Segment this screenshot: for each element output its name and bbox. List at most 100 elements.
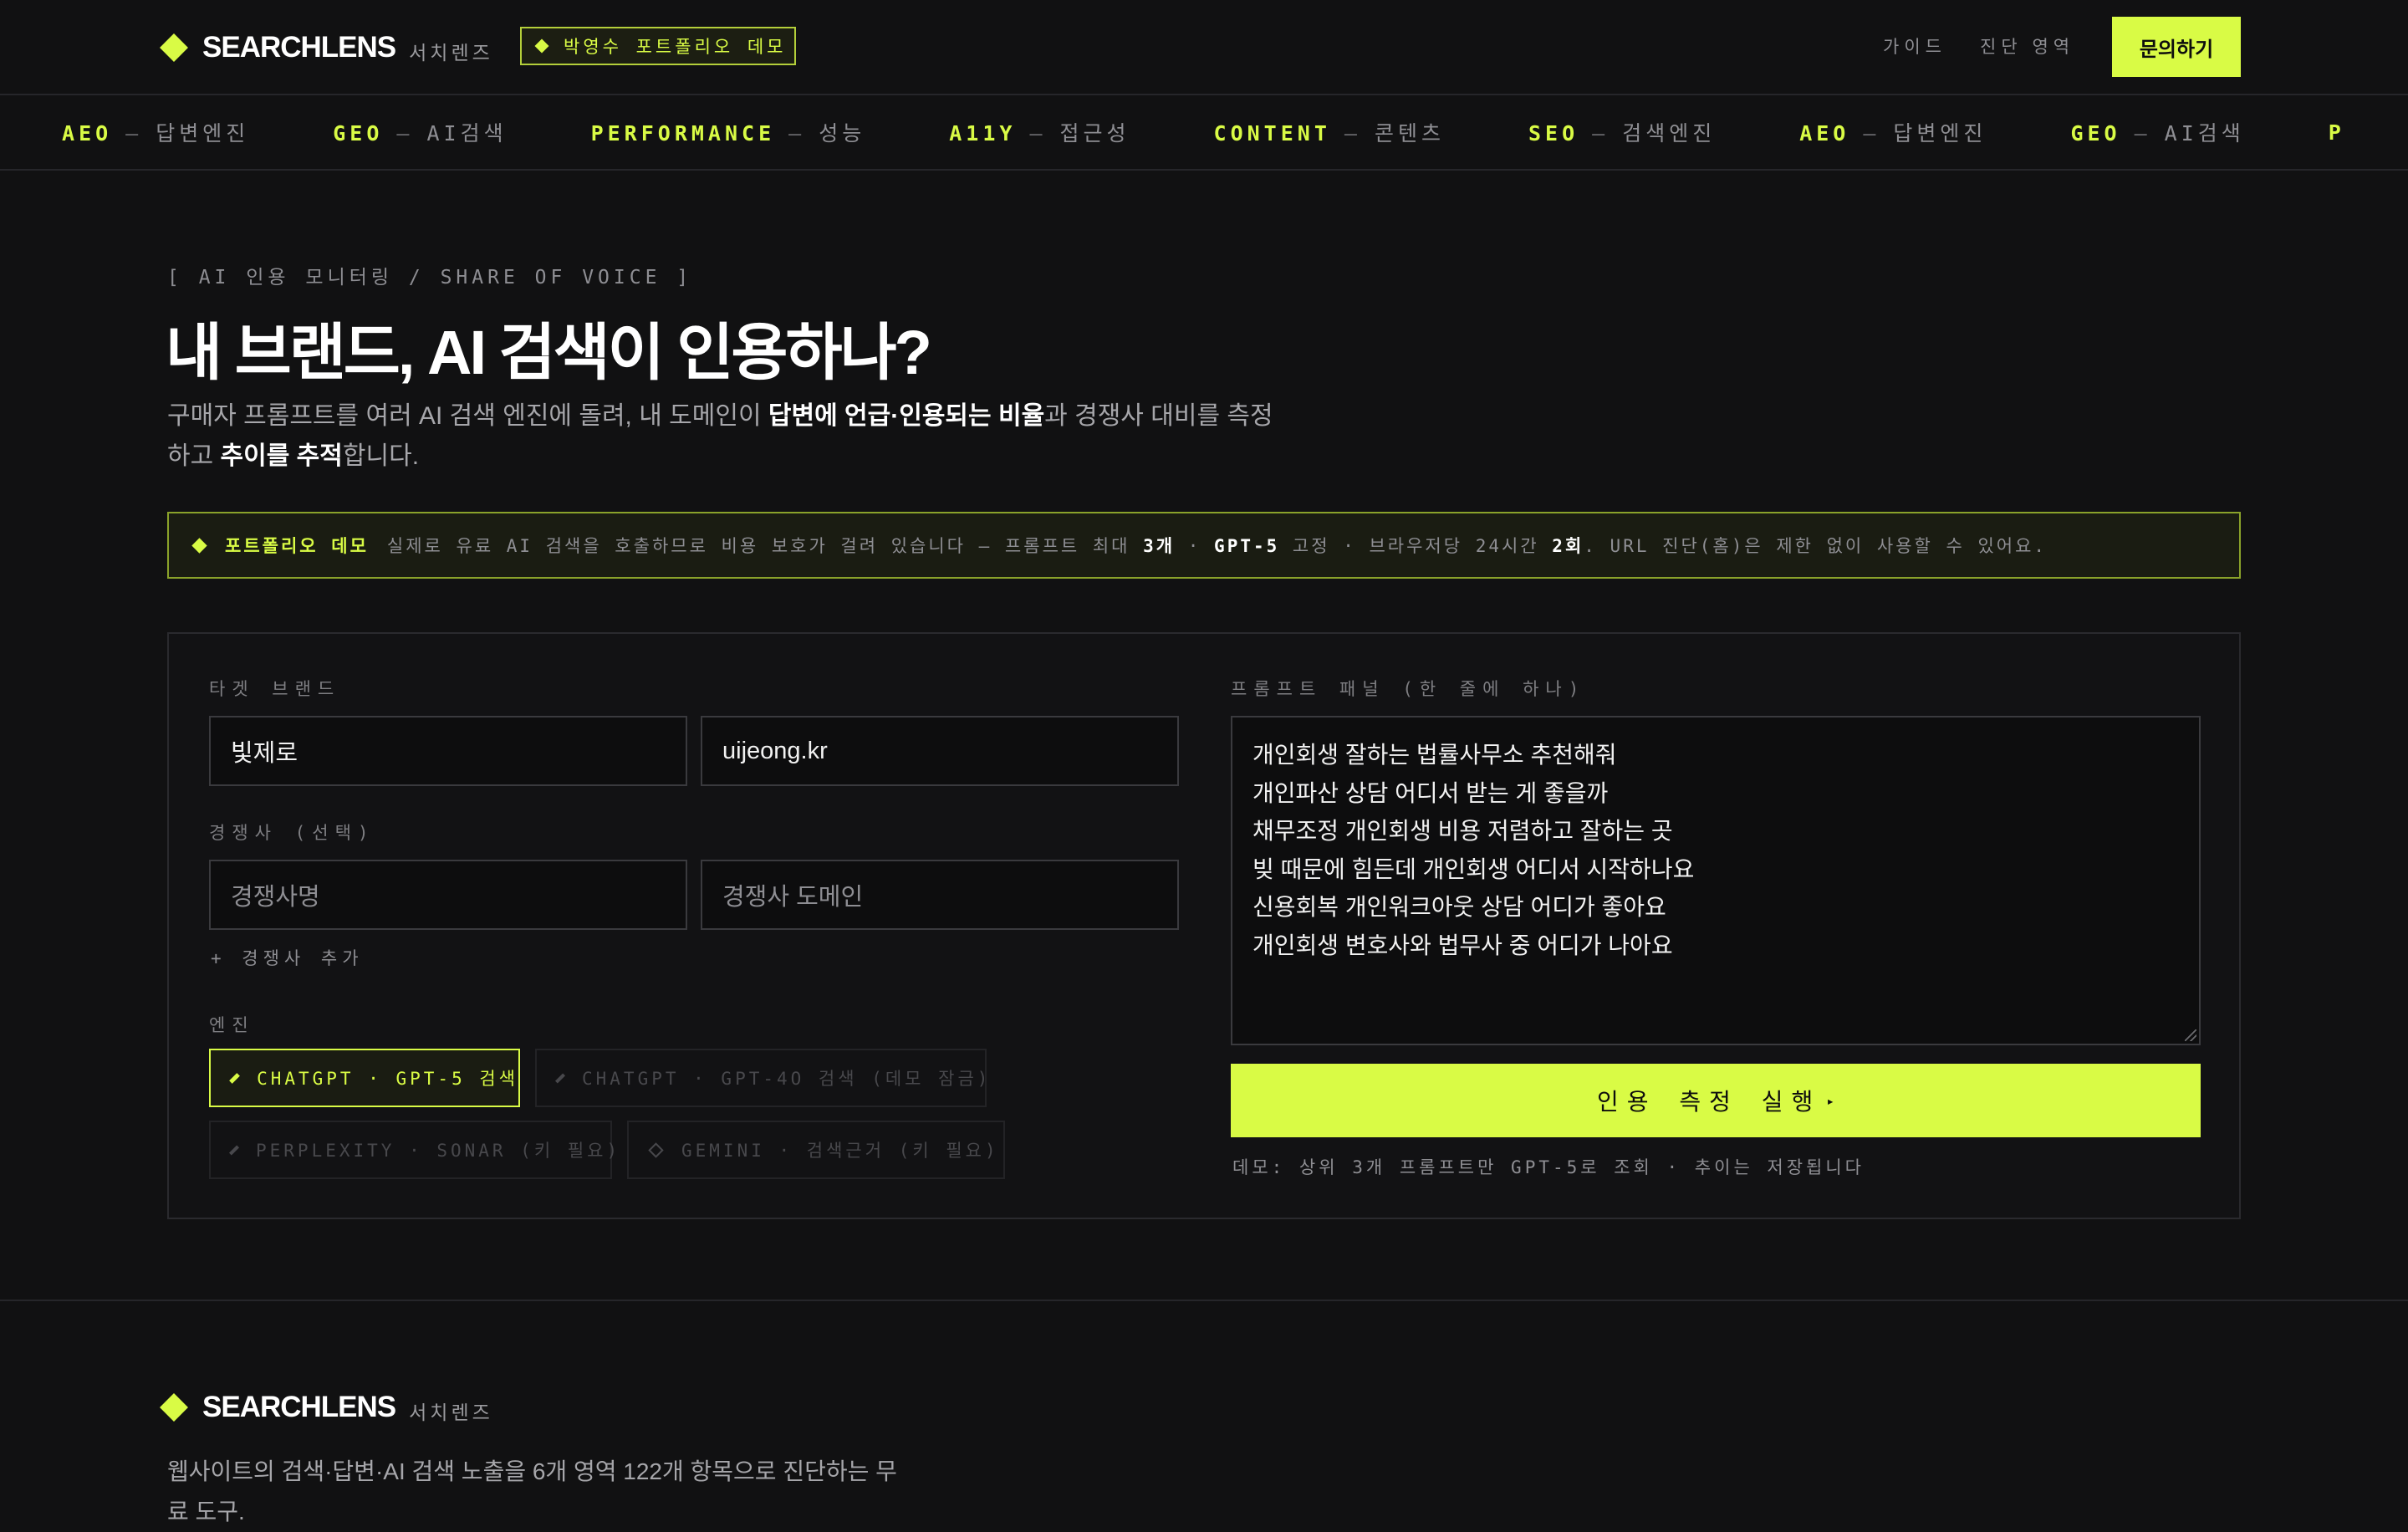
marquee-item-label: AI검색	[2164, 121, 2245, 146]
lead-text: 구매자 프롬프트를 여러 AI 검색 엔진에 돌려, 내 도메인이	[167, 402, 768, 430]
engine-chatgpt-gpt4o[interactable]: CHATGPT · GPT-4O 검색 (데모 잠금)	[535, 1049, 987, 1107]
resize-handle-icon[interactable]	[2185, 1029, 2196, 1041]
marquee-item-code: A11Y	[949, 121, 1017, 146]
category-marquee: 엔진 AEO—답변엔진GEO—AI검색PERFORMANCE—성능A11Y—접근…	[0, 95, 2408, 171]
lead-text: 합니다.	[342, 442, 420, 470]
engine-option-label: CHATGPT · GPT-5 검색	[257, 1069, 518, 1089]
measurement-form-panel: 타겟 브랜드 빛제로 uijeong.kr 경쟁사 (선택) 경쟁사명 경쟁사 …	[167, 632, 2241, 1219]
engine-option-label: CHATGPT · GPT-4O 검색 (데모 잠금)	[582, 1069, 992, 1089]
marquee-item-label: 성능	[819, 121, 866, 146]
prompt-line: 빚 때문에 힘든데 개인회생 어디서 시작하나요	[1252, 855, 1695, 882]
marquee-item-code: GEO	[2070, 121, 2121, 146]
marquee-separator: —	[396, 121, 414, 146]
brand-name-input[interactable]: 빛제로	[209, 716, 687, 786]
notice-emphasis: 2회	[1552, 536, 1584, 556]
marquee-item: CONTENT — 콘텐츠	[1214, 117, 1445, 147]
logo-diamond-icon	[160, 33, 188, 62]
marquee-item-label: 답변엔진	[1893, 121, 1987, 146]
marquee-item-code: P	[2328, 120, 2345, 145]
diamond-outline-icon	[648, 1141, 664, 1158]
engine-perplexity-sonar[interactable]: PERPLEXITY · SONAR (키 필요)	[209, 1121, 617, 1179]
add-competitor-button[interactable]: + 경쟁사 추가	[211, 945, 364, 970]
contact-button[interactable]: 문의하기	[2112, 17, 2241, 77]
marquee-item: GEO — AI검색	[333, 117, 507, 147]
marquee-item: AEO — 답변엔진	[62, 117, 249, 147]
marquee-item: A11Y — 접근성	[949, 117, 1130, 147]
footer-logo[interactable]: SEARCHLENS 서치렌즈	[160, 1390, 493, 1425]
diamond-icon	[191, 537, 207, 554]
prompt-panel-label: 프롬프트 패널 (한 줄에 하나)	[1231, 679, 1586, 699]
footer-logo-subtitle: 서치렌즈	[409, 1402, 493, 1423]
prompt-line: 개인회생 변호사와 법무사 중 어디가 나아요	[1252, 932, 1673, 958]
site-header: SEARCHLENS 서치렌즈 박영수 포트폴리오 데모 가이드 진단 영역 문…	[0, 0, 2408, 95]
footer-divider	[0, 1300, 2408, 1301]
target-brand-label: 타겟 브랜드	[209, 679, 341, 699]
logo-subtitle: 서치렌즈	[409, 42, 493, 64]
play-arrow-icon: ▸	[1826, 1092, 1834, 1109]
marquee-item: GEO — AI검색	[2070, 117, 2244, 147]
prompt-line: 채무조정 개인회생 비용 저렴하고 잘하는 곳	[1252, 818, 1673, 844]
marquee-item-code: AEO	[62, 121, 113, 146]
lead-emphasis: 답변에 언급·인용되는 비율	[768, 402, 1045, 430]
notice-emphasis: 3개	[1143, 536, 1176, 556]
lead-emphasis: 추이를 추적	[220, 442, 343, 470]
marquee-item-code: AEO	[1799, 121, 1850, 146]
page-title: 내 브랜드, AI 검색이 인용하나?	[166, 318, 932, 387]
engine-option-label: PERPLEXITY · SONAR (키 필요)	[256, 1141, 621, 1161]
marquee-item: PERFORMANCE — 성능	[591, 117, 866, 147]
marquee-separator: —	[1029, 121, 1047, 146]
notice-text-part: 고정 · 브라우저당 24시간	[1279, 536, 1553, 556]
nav-link-diagnosis-areas[interactable]: 진단 영역	[1980, 33, 2074, 59]
logo-diamond-icon	[160, 1393, 188, 1422]
marquee-item: P	[2329, 120, 2345, 145]
marquee-separator: —	[788, 121, 806, 146]
prompt-line: 신용회복 개인워크아웃 상담 어디가 좋아요	[1252, 894, 1666, 920]
diamond-outline-icon	[554, 1072, 566, 1084]
diamond-outline-icon	[228, 1144, 240, 1156]
logo[interactable]: SEARCHLENS 서치렌즈	[160, 30, 493, 65]
marquee-item-code: CONTENT	[1213, 121, 1331, 146]
marquee-item-label: 검색엔진	[1622, 121, 1717, 146]
notice-text-part: 실제로 유료 AI 검색을 호출하므로 비용 보호가 걸려 있습니다 — 프롬프…	[386, 536, 1144, 556]
prompt-line: 개인회생 잘하는 법률사무소 추천해줘	[1252, 742, 1617, 768]
marquee-track: 엔진 AEO—답변엔진GEO—AI검색PERFORMANCE—성능A11Y—접근…	[0, 95, 2408, 169]
run-measurement-button[interactable]: 인용 측정 실행 ▸	[1231, 1064, 2201, 1137]
engine-gemini[interactable]: GEMINI · 검색근거 (키 필요)	[627, 1121, 1005, 1179]
prompt-line: 개인파산 상담 어디서 받는 게 좋을까	[1252, 779, 1609, 806]
section-eyebrow: [ AI 인용 모니터링 / SHARE OF VOICE ]	[167, 267, 693, 289]
engine-chatgpt-gpt5[interactable]: CHATGPT · GPT-5 검색	[209, 1049, 520, 1107]
footer-description: 웹사이트의 검색·답변·AI 검색 노출을 6개 영역 122개 항목으로 진단…	[167, 1458, 897, 1524]
portfolio-demo-badge-label: 박영수 포트폴리오 데모	[564, 37, 787, 57]
demo-notice-banner: 포트폴리오 데모 실제로 유료 AI 검색을 호출하므로 비용 보호가 걸려 있…	[167, 512, 2241, 579]
marquee-separator: —	[1863, 121, 1880, 146]
competitor-label: 경쟁사 (선택)	[209, 823, 375, 843]
run-button-label: 인용 측정 실행	[1597, 1088, 1822, 1116]
engine-label: 엔진	[209, 1015, 255, 1035]
marquee-item: AEO — 답변엔진	[1799, 117, 1987, 147]
marquee-item-label: 접근성	[1059, 121, 1130, 146]
nav-link-guide[interactable]: 가이드	[1883, 33, 1946, 59]
notice-text-part: . URL 진단(홈)은 제한 없이 사용할 수 있어요.	[1584, 536, 2048, 556]
marquee-item-label: 답변엔진	[156, 121, 250, 146]
run-note: 데모: 상위 3개 프롬프트만 GPT-5로 조회 · 추이는 저장됩니다	[1232, 1157, 1865, 1177]
competitor-name-input[interactable]: 경쟁사명	[209, 860, 687, 930]
marquee-item-code: SEO	[1528, 121, 1579, 146]
marquee-item: SEO — 검색엔진	[1528, 117, 1716, 147]
page-lead: 구매자 프롬프트를 여러 AI 검색 엔진에 돌려, 내 도메인이 답변에 언급…	[167, 396, 1296, 477]
marquee-item-label: 콘텐츠	[1374, 121, 1445, 146]
notice-title: 포트폴리오 데모	[225, 536, 369, 556]
marquee-separator: —	[1592, 121, 1610, 146]
competitor-domain-input[interactable]: 경쟁사 도메인	[701, 860, 1179, 930]
footer-logo-wordmark: SEARCHLENS	[202, 1391, 396, 1423]
prompt-textarea[interactable]: 개인회생 잘하는 법률사무소 추천해줘 개인파산 상담 어디서 받는 게 좋을까…	[1231, 716, 2201, 1045]
notice-text-part: ·	[1175, 536, 1215, 556]
marquee-item-code: GEO	[333, 121, 384, 146]
marquee-separator: —	[1344, 121, 1361, 146]
diamond-icon	[534, 38, 549, 54]
engine-option-label: GEMINI · 검색근거 (키 필요)	[681, 1141, 999, 1161]
brand-domain-input[interactable]: uijeong.kr	[701, 716, 1179, 786]
logo-wordmark: SEARCHLENS	[202, 31, 396, 64]
marquee-item-code: PERFORMANCE	[590, 121, 776, 146]
marquee-separator: —	[125, 121, 143, 146]
marquee-item-label: AI검색	[426, 121, 508, 146]
